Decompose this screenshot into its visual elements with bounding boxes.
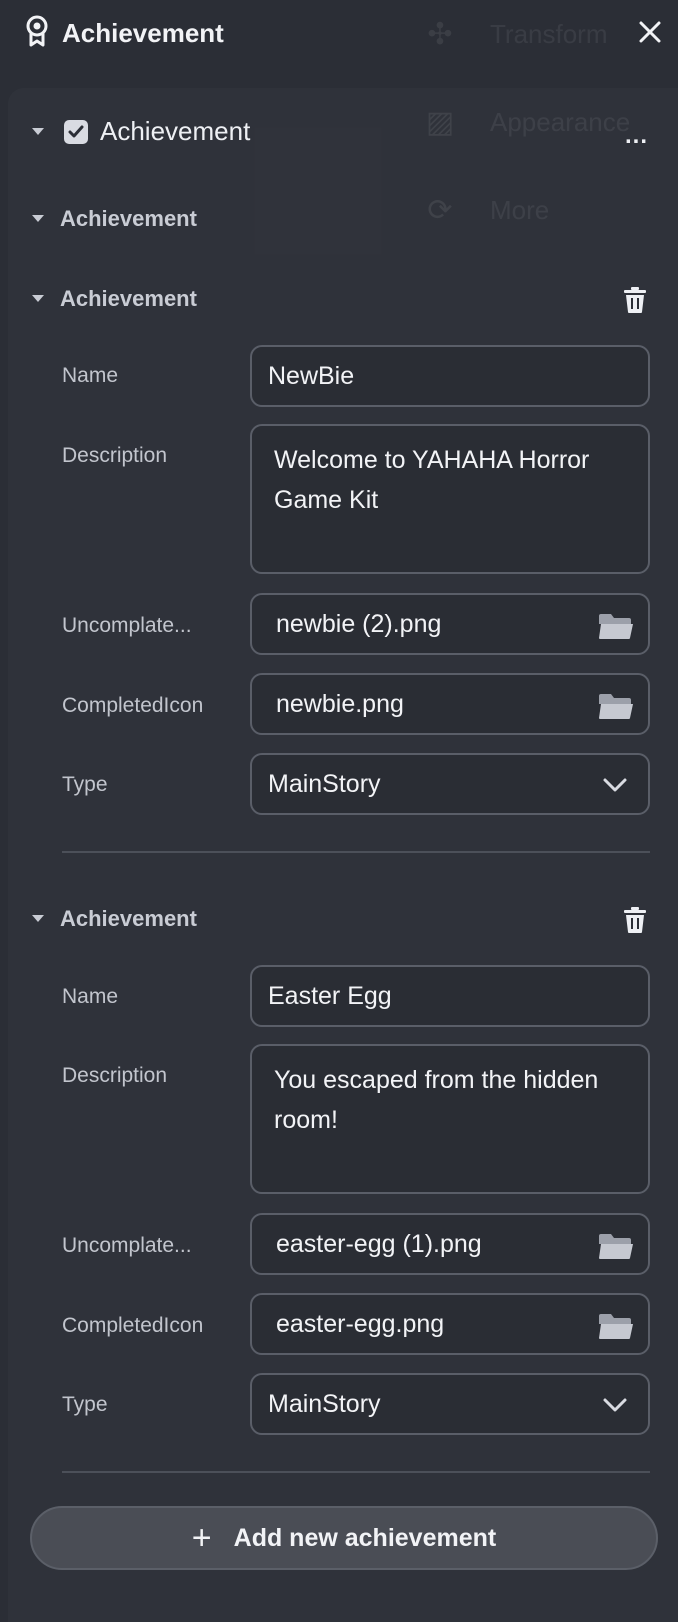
name-label: Name xyxy=(62,985,119,1008)
divider xyxy=(62,1471,650,1473)
type-select[interactable]: MainStory xyxy=(250,753,650,815)
description-textarea[interactable]: You escaped from the hidden room! xyxy=(250,1044,650,1194)
group-label: Achievement xyxy=(60,206,197,231)
group-row[interactable]: Achievement xyxy=(30,206,197,232)
plus-icon: + xyxy=(191,1519,212,1557)
achievement-header[interactable]: Achievement xyxy=(30,286,197,312)
folder-icon[interactable] xyxy=(598,612,634,640)
completed-icon-field[interactable]: newbie.png xyxy=(250,673,650,735)
component-row[interactable]: Achievement xyxy=(30,116,250,147)
uncompleted-icon-field[interactable]: easter-egg (1).png xyxy=(250,1213,650,1275)
type-label: Type xyxy=(62,773,108,796)
achievement-header[interactable]: Achievement xyxy=(30,906,197,932)
uncompleted-icon-label: Uncomplate... xyxy=(62,614,192,637)
completed-icon-label: CompletedIcon xyxy=(62,1314,204,1337)
chevron-down-icon xyxy=(603,1398,627,1412)
trash-icon xyxy=(624,287,646,313)
folder-icon[interactable] xyxy=(598,692,634,720)
chevron-down-icon xyxy=(603,778,627,792)
name-input[interactable]: Easter Egg xyxy=(250,965,650,1027)
panel-header: Achievement xyxy=(0,0,678,66)
file-name: easter-egg.png xyxy=(276,1309,445,1338)
type-label: Type xyxy=(62,1393,108,1416)
trash-icon xyxy=(624,907,646,933)
component-enabled-checkbox[interactable] xyxy=(64,119,88,144)
completed-icon-field[interactable]: easter-egg.png xyxy=(250,1293,650,1355)
close-icon xyxy=(639,21,661,43)
add-button-label: Add new achievement xyxy=(233,1523,497,1552)
description-label: Description xyxy=(62,1064,168,1087)
caret-down-icon[interactable] xyxy=(30,291,46,307)
component-label: Achievement xyxy=(100,116,251,146)
award-icon xyxy=(24,15,50,52)
caret-down-icon[interactable] xyxy=(30,911,46,927)
completed-icon-label: CompletedIcon xyxy=(62,694,204,717)
uncompleted-icon-field[interactable]: newbie (2).png xyxy=(250,593,650,655)
achievement-title: Achievement xyxy=(60,906,197,931)
achievement-title: Achievement xyxy=(60,286,197,311)
checkmark-icon xyxy=(68,125,84,137)
name-input[interactable]: NewBie xyxy=(250,345,650,407)
folder-icon[interactable] xyxy=(598,1312,634,1340)
folder-icon[interactable] xyxy=(598,1232,634,1260)
selected-type: MainStory xyxy=(268,1389,381,1418)
add-achievement-button[interactable]: + Add new achievement xyxy=(30,1506,658,1570)
close-button[interactable] xyxy=(634,16,666,48)
name-label: Name xyxy=(62,364,119,387)
delete-achievement-button[interactable] xyxy=(620,285,650,315)
delete-achievement-button[interactable] xyxy=(620,905,650,935)
divider xyxy=(62,851,650,853)
file-name: easter-egg (1).png xyxy=(276,1229,482,1258)
selected-type: MainStory xyxy=(268,769,381,798)
caret-down-icon[interactable] xyxy=(30,211,46,227)
file-name: newbie (2).png xyxy=(276,609,442,638)
more-options-button[interactable]: ... xyxy=(625,122,648,150)
caret-down-icon[interactable] xyxy=(30,124,46,140)
uncompleted-icon-label: Uncomplate... xyxy=(62,1234,192,1257)
type-select[interactable]: MainStory xyxy=(250,1373,650,1435)
file-name: newbie.png xyxy=(276,689,404,718)
panel-title: Achievement xyxy=(62,17,224,48)
description-textarea[interactable]: Welcome to YAHAHA Horror Game Kit xyxy=(250,424,650,574)
description-label: Description xyxy=(62,444,168,467)
